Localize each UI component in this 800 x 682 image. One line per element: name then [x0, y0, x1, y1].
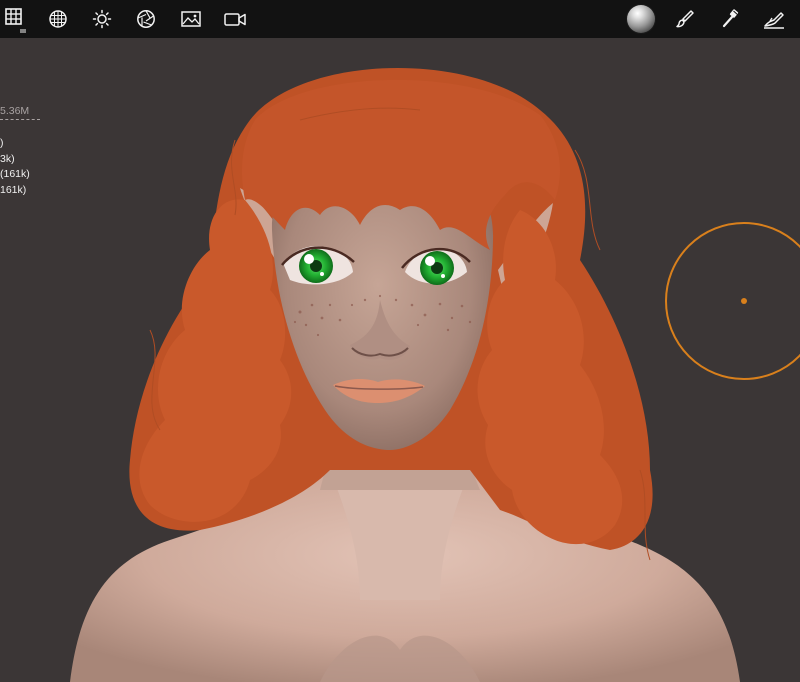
- matcap-sphere-icon[interactable]: [627, 5, 655, 33]
- sculpt-tool-icon[interactable]: [760, 5, 788, 33]
- sun-icon[interactable]: [88, 5, 116, 33]
- paint-brush-icon[interactable]: [671, 5, 699, 33]
- mesh-stat-row: (161k): [0, 168, 30, 180]
- 3d-viewport[interactable]: [0, 38, 800, 682]
- total-vertices-count: 5.36M: [0, 105, 30, 117]
- top-toolbar: [0, 0, 800, 38]
- mesh-stat-row: 161k): [0, 183, 27, 196]
- mesh-stat-row: ): [0, 137, 4, 149]
- brush-radius-cursor: [664, 221, 800, 386]
- stats-divider: [0, 119, 40, 120]
- aperture-icon[interactable]: [132, 5, 160, 33]
- sphere-wireframe-icon[interactable]: [44, 5, 72, 33]
- paint-tool-icon[interactable]: [716, 5, 744, 33]
- scene-stats-panel: 5.36M ) 3k) (161k) 161k): [0, 104, 40, 196]
- video-camera-icon[interactable]: [221, 5, 249, 33]
- grid-icon[interactable]: [0, 5, 28, 33]
- mesh-stat-row: 3k): [0, 152, 15, 165]
- image-icon[interactable]: [177, 5, 205, 33]
